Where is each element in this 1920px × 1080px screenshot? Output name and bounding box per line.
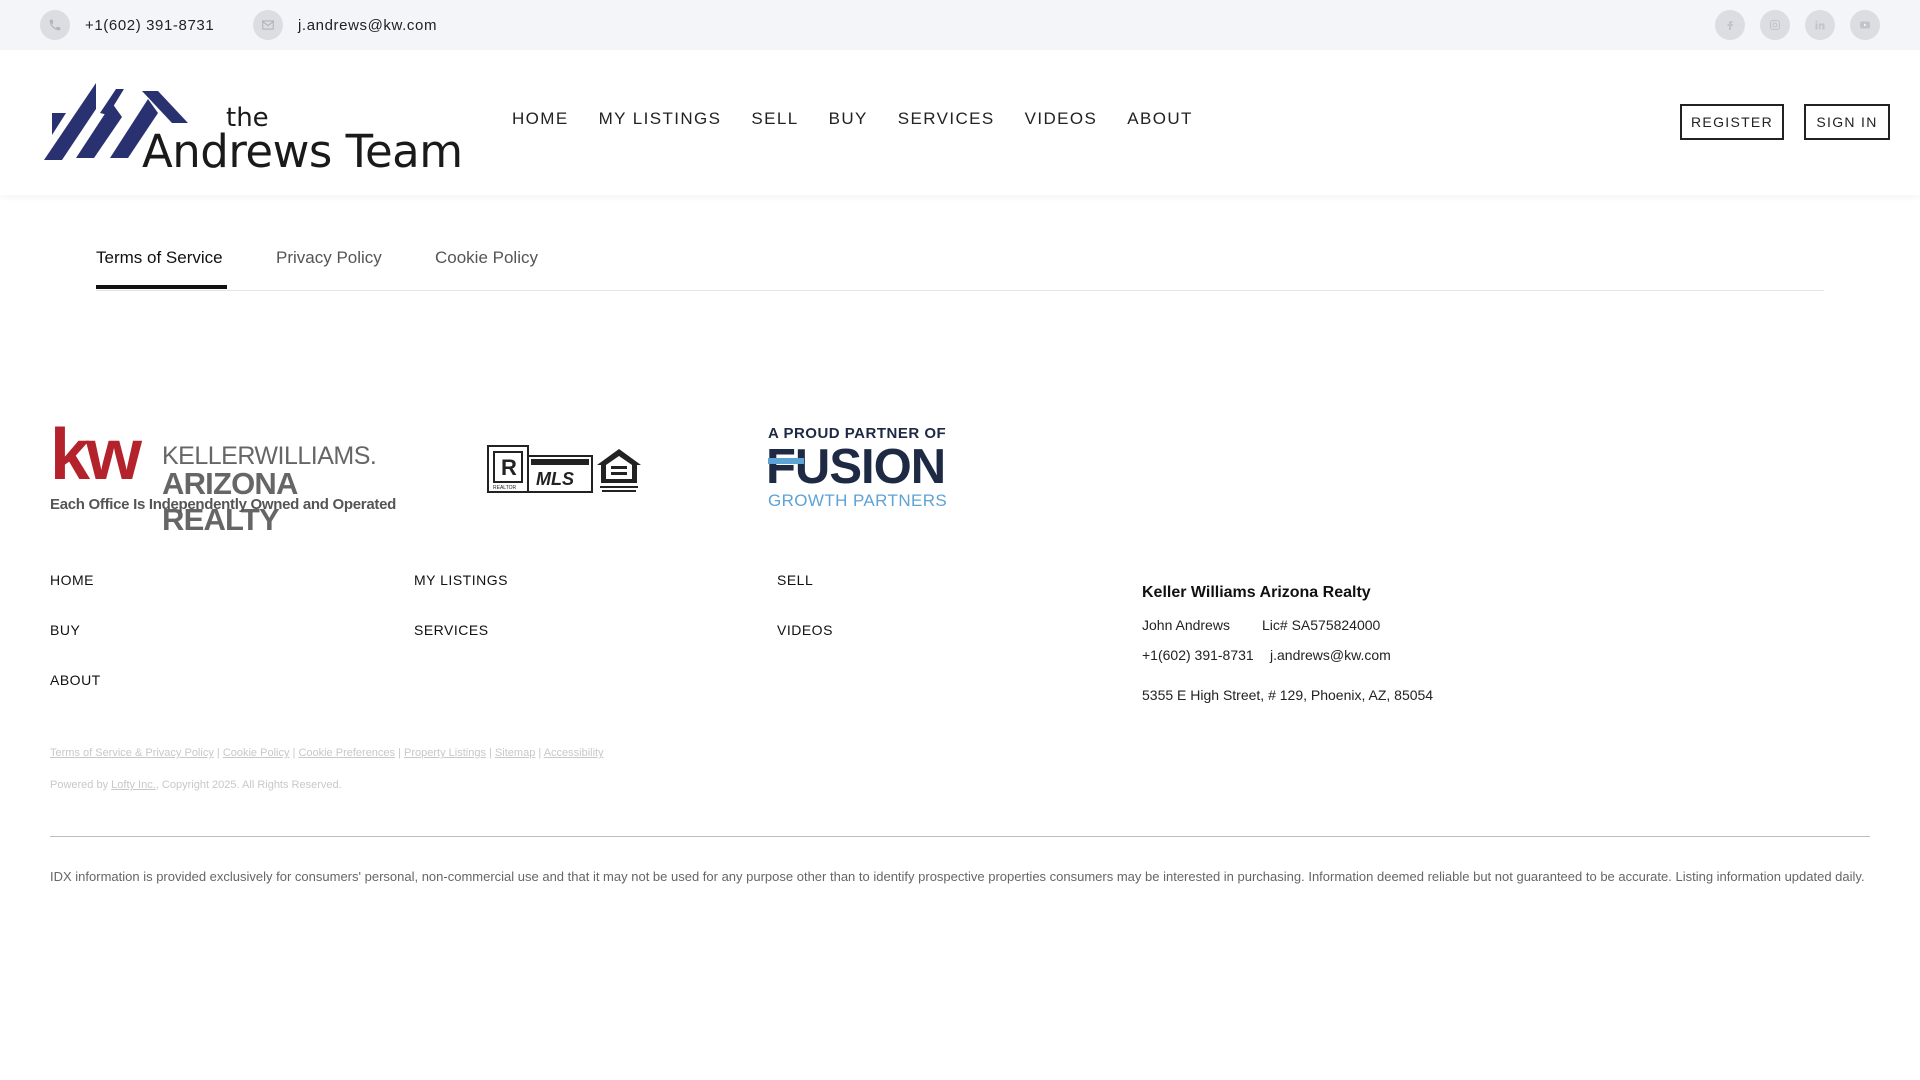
powered-by: Powered by Lofty Inc., Copyright 2025. A…: [50, 779, 342, 791]
copyright-text: Copyright 2025. All Rights Reserved.: [161, 779, 342, 791]
sign-in-button[interactable]: SIGN IN: [1804, 104, 1890, 140]
powered-prefix: Powered by: [50, 779, 109, 791]
nav-services[interactable]: SERVICES: [898, 109, 995, 129]
facebook-icon[interactable]: [1715, 10, 1745, 40]
tab-terms-of-service[interactable]: Terms of Service: [96, 248, 223, 268]
fusion-wordmark: FUSION: [766, 440, 946, 494]
footer-nav-about[interactable]: ABOUT: [50, 672, 101, 688]
svg-text:R: R: [501, 455, 517, 480]
footer-nav-sell[interactable]: SELL: [777, 572, 813, 588]
linkedin-icon[interactable]: [1805, 10, 1835, 40]
kw-letters: kw: [50, 415, 142, 495]
active-tab-indicator: [96, 285, 227, 289]
agent-name: John Andrews: [1142, 617, 1230, 633]
realtor-mls-equal-housing-logo: R REALTOR MLS: [487, 443, 645, 495]
topbar-email: j.andrews@kw.com: [298, 16, 438, 34]
fusion-tagline-bottom: GROWTH PARTNERS: [768, 491, 948, 510]
topbar-phone: +1(602) 391-8731: [85, 16, 215, 34]
tab-cookie-policy[interactable]: Cookie Policy: [435, 248, 538, 268]
agency-phone[interactable]: +1(602) 391-8731: [1142, 647, 1254, 663]
link-cookie-preferences[interactable]: Cookie Preferences: [298, 747, 395, 759]
link-sitemap[interactable]: Sitemap: [495, 747, 535, 759]
top-contact-bar: +1(602) 391-8731 j.andrews@kw.com: [0, 0, 1920, 50]
logo-name-text: Andrews Team: [142, 125, 463, 178]
fusion-growth-partners-logo: A PROUD PARTNER OF FUSION GROWTH PARTNER…: [766, 425, 968, 513]
nav-buy[interactable]: BUY: [829, 109, 868, 129]
andrews-team-logo[interactable]: the Andrews Team: [44, 80, 464, 178]
kw-arizona-realty-logo: kw KELLERWILLIAMS. ARIZONA REALTY Each O…: [50, 415, 396, 537]
link-terms-privacy[interactable]: Terms of Service & Privacy Policy: [50, 747, 214, 759]
nav-videos[interactable]: VIDEOS: [1025, 109, 1098, 129]
agency-address: 5355 E High Street, # 129, Phoenix, AZ, …: [1142, 687, 1434, 703]
footer-nav-my-listings[interactable]: MY LISTINGS: [414, 572, 508, 588]
fusion-accent-bar: [768, 458, 804, 464]
youtube-icon[interactable]: [1850, 10, 1880, 40]
link-cookie-policy[interactable]: Cookie Policy: [223, 747, 290, 759]
agency-email[interactable]: j.andrews@kw.com: [1270, 647, 1391, 663]
footer-nav-videos[interactable]: VIDEOS: [777, 622, 833, 638]
idx-disclaimer: IDX information is provided exclusively …: [50, 869, 1865, 884]
site-header: the Andrews Team HOME MY LISTINGS SELL B…: [0, 50, 1920, 195]
footer-divider: [50, 836, 1870, 837]
footer-nav-home[interactable]: HOME: [50, 572, 94, 588]
legal-links: Terms of Service & Privacy Policy | Cook…: [50, 747, 604, 759]
mls-badge-icon: R REALTOR MLS: [487, 445, 641, 493]
nav-about[interactable]: ABOUT: [1127, 109, 1193, 129]
agency-title: Keller Williams Arizona Realty: [1142, 584, 1371, 601]
tab-privacy-policy[interactable]: Privacy Policy: [276, 248, 382, 268]
link-lofty[interactable]: Lofty Inc.: [111, 779, 156, 791]
policy-tabs: Terms of Service Privacy Policy Cookie P…: [96, 245, 1824, 291]
svg-text:REALTOR: REALTOR: [493, 485, 517, 491]
agent-license: Lic# SA575824000: [1262, 617, 1381, 633]
kw-tagline: Each Office Is Independently Owned and O…: [50, 496, 396, 513]
topbar-email-link[interactable]: j.andrews@kw.com: [253, 10, 437, 40]
topbar-phone-link[interactable]: +1(602) 391-8731: [40, 10, 214, 40]
phone-icon: [40, 10, 70, 40]
powered-comma: ,: [155, 779, 159, 791]
footer-nav-buy[interactable]: BUY: [50, 622, 80, 638]
mail-icon: [253, 10, 283, 40]
register-button[interactable]: REGISTER: [1680, 104, 1784, 140]
svg-text:MLS: MLS: [536, 469, 574, 489]
nav-home[interactable]: HOME: [512, 109, 569, 129]
instagram-icon[interactable]: [1760, 10, 1790, 40]
link-accessibility[interactable]: Accessibility: [544, 747, 604, 759]
main-nav: HOME MY LISTINGS SELL BUY SERVICES VIDEO…: [512, 109, 1223, 129]
link-property-listings[interactable]: Property Listings: [404, 747, 486, 759]
nav-sell[interactable]: SELL: [751, 109, 798, 129]
nav-my-listings[interactable]: MY LISTINGS: [599, 109, 722, 129]
footer-nav-services[interactable]: SERVICES: [414, 622, 489, 638]
